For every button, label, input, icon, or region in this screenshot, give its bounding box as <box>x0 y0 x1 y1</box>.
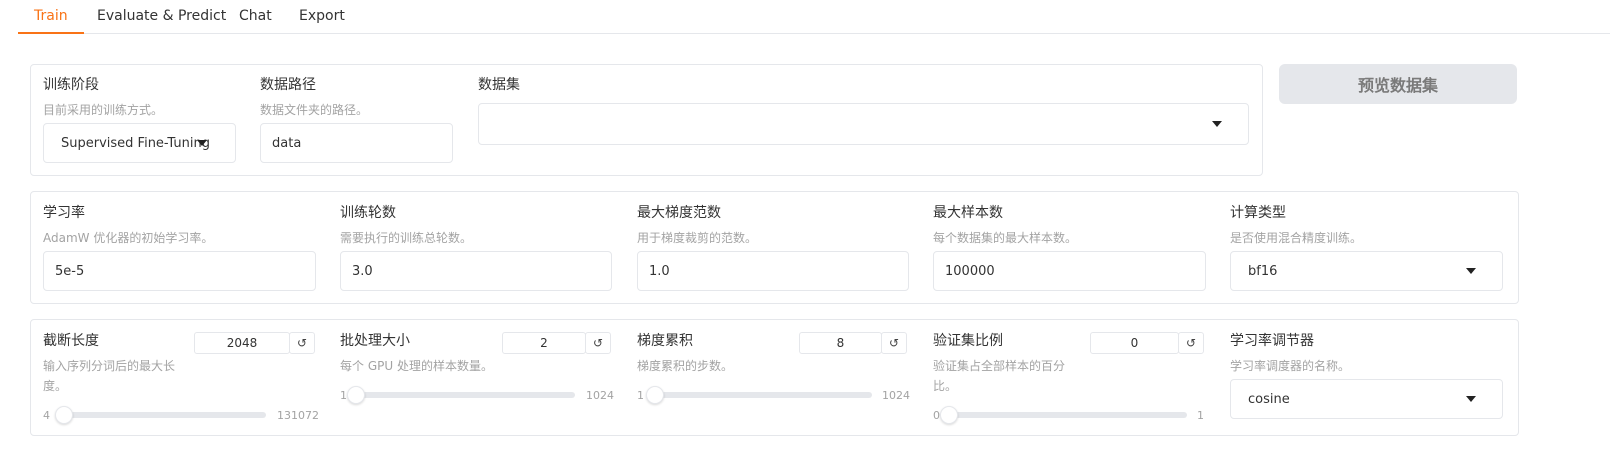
grad-accum-slider[interactable] <box>646 386 872 404</box>
stage-value: Supervised Fine-Tuning <box>61 135 210 151</box>
lr-scheduler-value: cosine <box>1248 391 1290 407</box>
epochs-input[interactable]: 3.0 <box>340 251 612 291</box>
compute-type-label: 计算类型 <box>1230 205 1286 221</box>
compute-type-field: 计算类型 是否使用混合精度训练。 <box>1230 202 1362 248</box>
stage-field: 训练阶段 目前采用的训练方式。 <box>43 74 163 120</box>
cutoff-len-number[interactable]: 2048 <box>194 332 290 354</box>
chevron-down-icon <box>1466 396 1476 402</box>
reset-icon[interactable]: ↺ <box>289 332 315 354</box>
epochs-field: 训练轮数 需要执行的训练总轮数。 <box>340 202 472 248</box>
tab-export[interactable]: Export <box>283 0 361 33</box>
lr-scheduler-select[interactable]: cosine <box>1230 379 1503 419</box>
max-samples-label: 最大样本数 <box>933 205 1003 221</box>
stage-info: 目前采用的训练方式。 <box>43 103 164 117</box>
max-samples-info: 每个数据集的最大样本数。 <box>933 231 1078 245</box>
lr-scheduler-field: 学习率调节器 学习率调度器的名称。 <box>1230 330 1350 376</box>
tab-train[interactable]: Train <box>18 0 84 34</box>
batch-size-min: 1 <box>340 389 347 402</box>
dataset-field: 数据集 <box>478 74 520 94</box>
cutoff-len-field: 截断长度 输入序列分词后的最大长度。 <box>43 330 183 396</box>
learning-rate-label: 学习率 <box>43 205 85 221</box>
dataset-select[interactable] <box>478 103 1249 145</box>
tab-chat[interactable]: Chat <box>223 0 288 33</box>
cutoff-len-info: 输入序列分词后的最大长度。 <box>43 359 176 393</box>
batch-size-number[interactable]: 2 <box>502 332 586 354</box>
batch-size-slider[interactable] <box>347 386 575 404</box>
val-size-min: 0 <box>933 409 940 422</box>
compute-type-value: bf16 <box>1248 263 1278 279</box>
chevron-down-icon <box>1212 121 1222 127</box>
epochs-info: 需要执行的训练总轮数。 <box>340 231 473 245</box>
grad-accum-number[interactable]: 8 <box>799 332 882 354</box>
lr-scheduler-label: 学习率调节器 <box>1230 333 1314 349</box>
cutoff-len-min: 4 <box>43 409 50 422</box>
val-size-slider[interactable] <box>940 406 1187 424</box>
slider-thumb[interactable] <box>940 406 958 424</box>
data-path-field: 数据路径 数据文件夹的路径。 <box>260 74 368 120</box>
max-grad-norm-input[interactable]: 1.0 <box>637 251 909 291</box>
data-path-info: 数据文件夹的路径。 <box>260 103 369 117</box>
tab-bar: Train Evaluate & Predict Chat Export <box>18 0 1610 34</box>
max-grad-norm-info: 用于梯度裁剪的范数。 <box>637 231 758 245</box>
compute-type-info: 是否使用混合精度训练。 <box>1230 231 1363 245</box>
slider-thumb[interactable] <box>55 406 73 424</box>
grad-accum-min: 1 <box>637 389 644 402</box>
grad-accum-label: 梯度累积 <box>637 333 693 349</box>
cutoff-len-label: 截断长度 <box>43 333 99 349</box>
learning-rate-field: 学习率 AdamW 优化器的初始学习率。 <box>43 202 213 248</box>
data-path-label: 数据路径 <box>260 77 316 93</box>
stage-select[interactable]: Supervised Fine-Tuning <box>43 123 236 163</box>
val-size-label: 验证集比例 <box>933 333 1003 349</box>
batch-size-info: 每个 GPU 处理的样本数量。 <box>340 359 493 373</box>
slider-thumb[interactable] <box>347 386 365 404</box>
batch-size-max: 1024 <box>586 389 614 402</box>
preview-dataset-button[interactable]: 预览数据集 <box>1279 64 1517 104</box>
cutoff-len-max: 131072 <box>277 409 319 422</box>
tab-evaluate-predict[interactable]: Evaluate & Predict <box>81 0 242 33</box>
compute-type-select[interactable]: bf16 <box>1230 251 1503 291</box>
val-size-number[interactable]: 0 <box>1090 332 1179 354</box>
max-grad-norm-label: 最大梯度范数 <box>637 205 721 221</box>
lr-scheduler-info: 学习率调度器的名称。 <box>1230 359 1351 373</box>
learning-rate-input[interactable]: 5e-5 <box>43 251 316 291</box>
grad-accum-info: 梯度累积的步数。 <box>637 359 734 373</box>
reset-icon[interactable]: ↺ <box>881 332 907 354</box>
batch-size-field: 批处理大小 每个 GPU 处理的样本数量。 <box>340 330 493 376</box>
stage-label: 训练阶段 <box>43 77 99 93</box>
epochs-label: 训练轮数 <box>340 205 396 221</box>
batch-size-label: 批处理大小 <box>340 333 410 349</box>
reset-icon[interactable]: ↺ <box>1178 332 1204 354</box>
max-samples-input[interactable]: 100000 <box>933 251 1206 291</box>
max-grad-norm-field: 最大梯度范数 用于梯度裁剪的范数。 <box>637 202 757 248</box>
val-size-info: 验证集占全部样本的百分比。 <box>933 359 1066 393</box>
val-size-field: 验证集比例 验证集占全部样本的百分比。 <box>933 330 1075 396</box>
dataset-label: 数据集 <box>478 77 520 93</box>
val-size-max: 1 <box>1197 409 1204 422</box>
max-samples-field: 最大样本数 每个数据集的最大样本数。 <box>933 202 1077 248</box>
learning-rate-info: AdamW 优化器的初始学习率。 <box>43 231 214 245</box>
data-path-input[interactable]: data <box>260 123 453 163</box>
reset-icon[interactable]: ↺ <box>585 332 611 354</box>
grad-accum-max: 1024 <box>882 389 910 402</box>
slider-thumb[interactable] <box>646 386 664 404</box>
cutoff-len-slider[interactable] <box>55 406 266 424</box>
chevron-down-icon <box>197 140 207 146</box>
grad-accum-field: 梯度累积 梯度累积的步数。 <box>637 330 733 376</box>
chevron-down-icon <box>1466 268 1476 274</box>
